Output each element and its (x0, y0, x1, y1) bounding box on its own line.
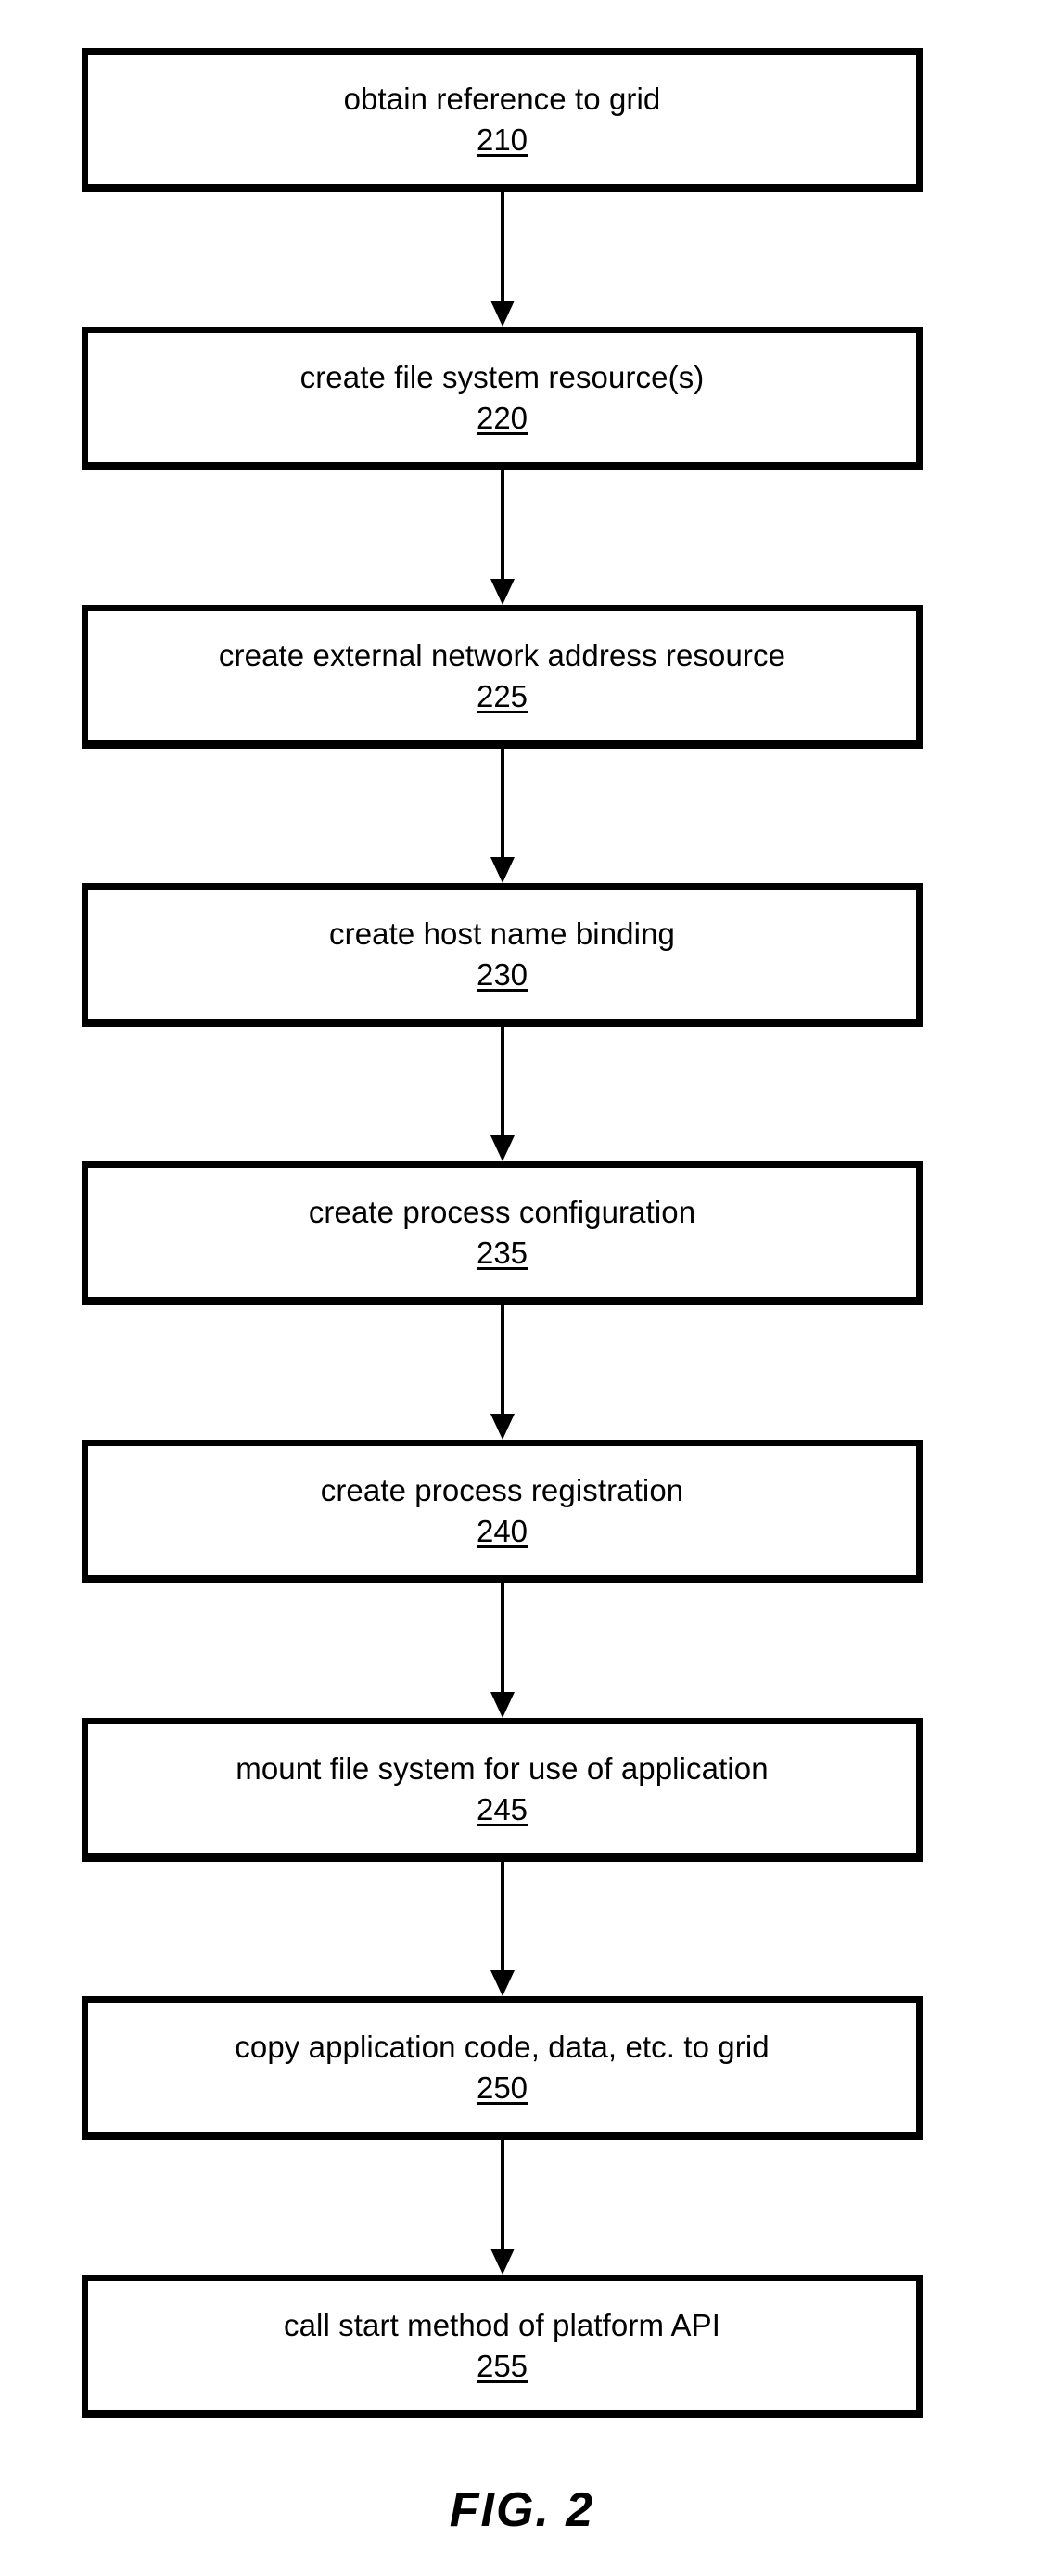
arrow-connector (82, 1862, 923, 1996)
arrow-shaft (501, 192, 504, 302)
process-box-reference-numeral: 235 (476, 1235, 528, 1270)
figure-page: obtain reference to grid 210 create file s… (0, 0, 1044, 2576)
process-box-label: create host name binding (329, 916, 675, 951)
process-box-reference-numeral: 240 (476, 1513, 528, 1548)
arrow-head-down-icon (490, 1414, 515, 1440)
arrow-head-down-icon (490, 857, 515, 883)
arrow-head-down-icon (490, 301, 515, 327)
process-box-reference-numeral: 225 (476, 678, 528, 713)
arrow-connector (82, 470, 923, 605)
arrow-shaft (501, 1862, 504, 1972)
flow-step: mount file system for use of application… (82, 1718, 923, 1996)
process-box-label: mount file system for use of application (236, 1750, 769, 1786)
arrow-shaft (501, 1305, 504, 1416)
process-box-label: call start method of platform API (283, 2307, 720, 2342)
arrow-connector (82, 1583, 923, 1718)
process-box-240: create process registration 240 (82, 1440, 923, 1583)
arrow-connector (82, 2140, 923, 2275)
process-box-label: create process registration (320, 1472, 684, 1507)
flow-step: create process configuration 235 (82, 1161, 923, 1440)
process-box-label: create external network address resource (218, 637, 786, 673)
flow-step: copy application code, data, etc. to gri… (82, 1996, 923, 2275)
flow-step: call start method of platform API 255 (82, 2275, 923, 2418)
figure-caption: FIG. 2 (449, 2483, 595, 2537)
process-box-label: create process configuration (308, 1194, 696, 1229)
arrow-connector (82, 192, 923, 327)
process-box-245: mount file system for use of application… (82, 1718, 923, 1862)
flow-step: create host name binding 230 (82, 883, 923, 1161)
arrow-shaft (501, 1027, 504, 1137)
flow-step: create process registration 240 (82, 1440, 923, 1718)
arrow-shaft (501, 470, 504, 581)
arrow-shaft (501, 2140, 504, 2250)
arrow-head-down-icon (490, 2249, 515, 2275)
process-box-235: create process configuration 235 (82, 1161, 923, 1305)
arrow-head-down-icon (490, 1970, 515, 1996)
arrow-connector (82, 1305, 923, 1440)
process-box-reference-numeral: 255 (476, 2348, 528, 2383)
flow-step: create external network address resource… (82, 605, 923, 883)
process-box-250: copy application code, data, etc. to gri… (82, 1996, 923, 2140)
process-box-label: create file system resource(s) (299, 359, 705, 394)
flow-step: obtain reference to grid 210 (82, 48, 923, 327)
process-box-reference-numeral: 230 (476, 956, 528, 992)
process-box-225: create external network address resource… (82, 605, 923, 749)
process-box-reference-numeral: 245 (476, 1791, 528, 1826)
arrow-shaft (501, 1583, 504, 1694)
process-box-reference-numeral: 210 (476, 122, 528, 157)
flowchart: obtain reference to grid 210 create file s… (82, 48, 923, 2418)
arrow-head-down-icon (490, 1135, 515, 1161)
process-box-label: copy application code, data, etc. to gri… (235, 2029, 770, 2064)
process-box-220: create file system resource(s) 220 (82, 327, 923, 470)
arrow-connector (82, 749, 923, 883)
process-box-reference-numeral: 220 (476, 400, 528, 435)
arrow-head-down-icon (490, 1692, 515, 1718)
process-box-230: create host name binding 230 (82, 883, 923, 1027)
process-box-210: obtain reference to grid 210 (82, 48, 923, 192)
process-box-255: call start method of platform API 255 (82, 2275, 923, 2418)
arrow-head-down-icon (490, 579, 515, 605)
arrow-connector (82, 1027, 923, 1161)
flow-step: create file system resource(s) 220 (82, 327, 923, 605)
process-box-reference-numeral: 250 (476, 2070, 528, 2105)
process-box-label: obtain reference to grid (343, 81, 661, 116)
arrow-shaft (501, 749, 504, 859)
